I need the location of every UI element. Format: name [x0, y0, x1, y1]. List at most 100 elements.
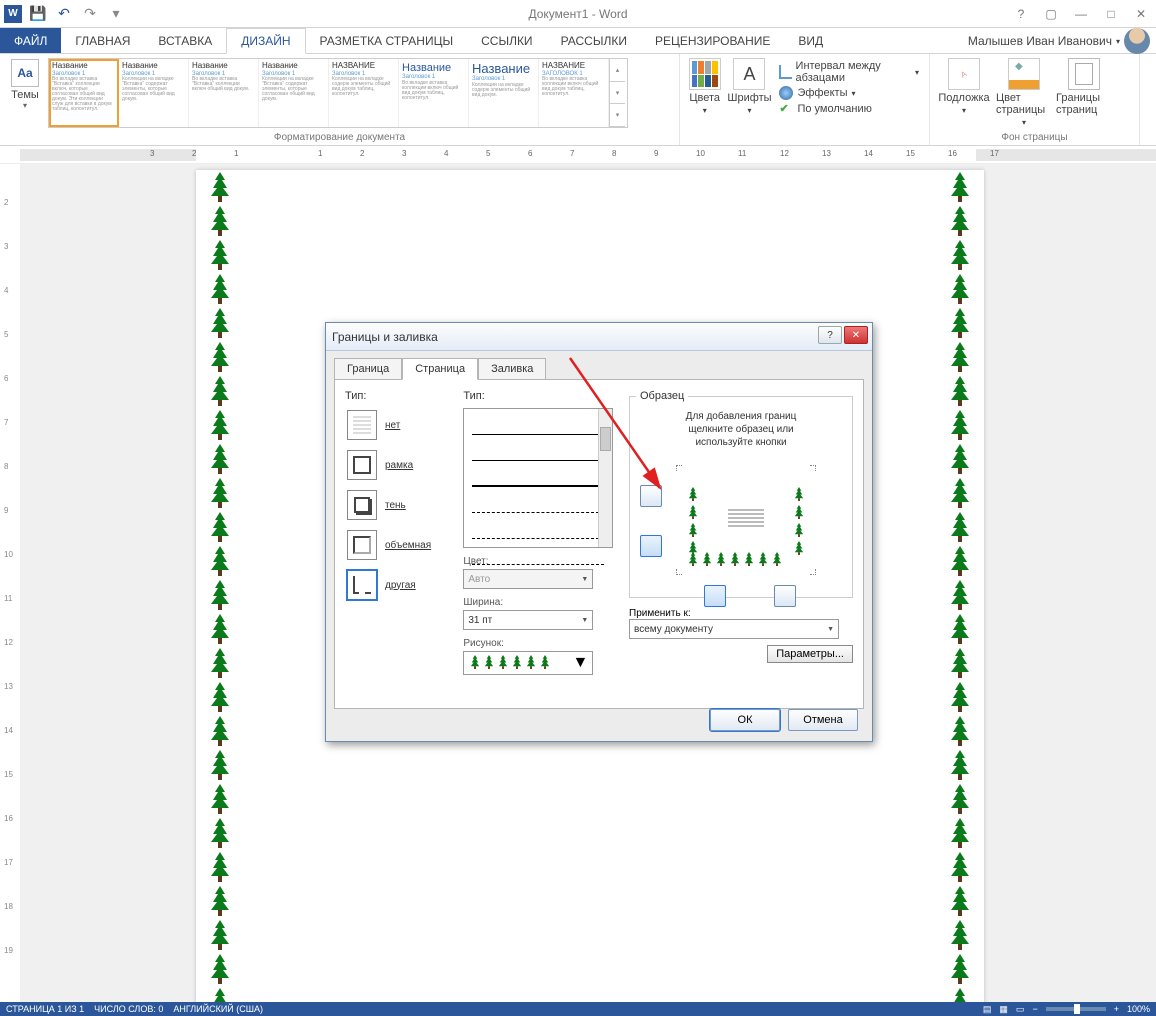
- gallery-item[interactable]: НазваниеЗаголовок 1Коллекции на вкладке …: [259, 59, 329, 127]
- dialog-help-icon[interactable]: ?: [818, 326, 842, 344]
- quick-access-toolbar: W 💾 ↶ ↷ ▾: [0, 4, 126, 24]
- gallery-item[interactable]: НАЗВАНИЕЗаголовок 1Коллекции на вкладке …: [329, 59, 399, 127]
- close-window-icon[interactable]: ✕: [1130, 7, 1152, 21]
- line-style-list[interactable]: [463, 408, 613, 548]
- type-none-icon: [347, 410, 377, 440]
- colors-button[interactable]: Цвета▾: [686, 58, 723, 115]
- tab-layout[interactable]: РАЗМЕТКА СТРАНИЦЫ: [306, 28, 468, 53]
- border-top-toggle[interactable]: [640, 485, 662, 507]
- fonts-button[interactable]: A Шрифты▾: [727, 58, 771, 115]
- type-none[interactable]: нет: [345, 408, 455, 442]
- tab-design[interactable]: ДИЗАЙН: [226, 28, 305, 54]
- page-color-button[interactable]: ◆ Цвет страницы▾: [996, 58, 1052, 127]
- qat-more-icon[interactable]: ▾: [106, 4, 126, 24]
- preview-canvas[interactable]: [676, 465, 816, 575]
- tab-home[interactable]: ГЛАВНАЯ: [61, 28, 144, 53]
- check-icon: ✔: [779, 102, 793, 116]
- redo-icon[interactable]: ↷: [80, 4, 100, 24]
- vertical-ruler[interactable]: 2345678910111213141516171819: [0, 164, 20, 1002]
- fonts-icon: A: [733, 58, 765, 90]
- art-combo[interactable]: ▼: [463, 651, 593, 675]
- borders-dialog: Границы и заливка ? ✕ Граница Страница З…: [325, 322, 873, 742]
- dialog-close-icon[interactable]: ✕: [844, 326, 868, 344]
- art-label: Рисунок:: [463, 638, 621, 649]
- themes-icon: Aa: [11, 59, 39, 87]
- width-combo[interactable]: 31 пт▼: [463, 610, 593, 630]
- type-custom[interactable]: другая: [345, 568, 455, 602]
- window-title: Документ1 - Word: [528, 7, 627, 21]
- tab-page-border[interactable]: Страница: [402, 358, 478, 380]
- view-print-icon[interactable]: ▦: [999, 1004, 1008, 1015]
- gallery-item[interactable]: НазваниеЗаголовок 1Во вкладке вставка "В…: [189, 59, 259, 127]
- user-account[interactable]: Малышев Иван Иванович▾: [968, 28, 1150, 54]
- group-pagebg-label: Фон страницы: [936, 132, 1133, 143]
- minimize-icon[interactable]: —: [1070, 7, 1092, 21]
- cancel-button[interactable]: Отмена: [788, 709, 858, 731]
- status-page[interactable]: СТРАНИЦА 1 ИЗ 1: [6, 1004, 84, 1014]
- effects-button[interactable]: Эффекты ▾: [779, 86, 919, 100]
- type-shadow-icon: [347, 490, 377, 520]
- zoom-out-icon[interactable]: −: [1032, 1004, 1037, 1014]
- type-3d[interactable]: объемная: [345, 528, 455, 562]
- ribbon-tabs: ФАЙЛ ГЛАВНАЯ ВСТАВКА ДИЗАЙН РАЗМЕТКА СТР…: [0, 28, 1156, 54]
- paragraph-spacing-button[interactable]: Интервал между абзацами ▾: [779, 60, 919, 84]
- tab-view[interactable]: ВИД: [784, 28, 837, 53]
- avatar: [1124, 28, 1150, 54]
- gallery-item[interactable]: НазваниеЗаголовок 1Во вкладке вставка ко…: [399, 59, 469, 127]
- zoom-level[interactable]: 100%: [1127, 1004, 1150, 1014]
- colors-icon: [689, 58, 721, 90]
- style-scrollbar[interactable]: [598, 409, 612, 547]
- dialog-tabs: Граница Страница Заливка: [326, 351, 872, 379]
- tab-shading[interactable]: Заливка: [478, 358, 546, 380]
- spacing-icon: [779, 65, 791, 79]
- ok-button[interactable]: ОК: [710, 709, 780, 731]
- color-combo[interactable]: Авто▼: [463, 569, 593, 589]
- gallery-item[interactable]: НазваниеЗаголовок 1Коллекции на вкладке …: [469, 59, 539, 127]
- status-words[interactable]: ЧИСЛО СЛОВ: 0: [94, 1004, 163, 1014]
- gallery-item[interactable]: НазваниеЗаголовок 1Во вкладке вставка "В…: [49, 59, 119, 127]
- dialog-titlebar[interactable]: Границы и заливка ? ✕: [326, 323, 872, 351]
- status-bar: СТРАНИЦА 1 ИЗ 1 ЧИСЛО СЛОВ: 0 АНГЛИЙСКИЙ…: [0, 1002, 1156, 1016]
- border-right-toggle[interactable]: [774, 585, 796, 607]
- page-borders-button[interactable]: Границы страниц: [1056, 58, 1112, 116]
- set-default-button[interactable]: ✔По умолчанию: [779, 102, 919, 116]
- ribbon-options-icon[interactable]: ▢: [1040, 7, 1062, 21]
- style-gallery[interactable]: НазваниеЗаголовок 1Во вкладке вставка "В…: [48, 58, 628, 128]
- tab-border[interactable]: Граница: [334, 358, 402, 380]
- dialog-body: Тип: нет рамка тень объемная другая Тип:…: [334, 379, 864, 709]
- options-button[interactable]: Параметры...: [767, 645, 853, 663]
- maximize-icon[interactable]: □: [1100, 7, 1122, 21]
- type-shadow[interactable]: тень: [345, 488, 455, 522]
- tab-review[interactable]: РЕЦЕНЗИРОВАНИЕ: [641, 28, 784, 53]
- gallery-item[interactable]: НазваниеЗаголовок 1Коллекции на вкладке …: [119, 59, 189, 127]
- apply-to-combo[interactable]: всему документу▼: [629, 619, 839, 639]
- type-box-icon: [347, 450, 377, 480]
- horizontal-ruler[interactable]: 3211234567891011121314151617: [0, 146, 1156, 164]
- save-icon[interactable]: 💾: [28, 4, 48, 24]
- themes-label: Темы: [11, 89, 39, 101]
- preview-label: Образец: [636, 390, 688, 402]
- zoom-in-icon[interactable]: +: [1114, 1004, 1119, 1014]
- gallery-item[interactable]: НАЗВАНИЕЗАГОЛОВОК 1Во вкладке вставка ко…: [539, 59, 609, 127]
- effects-icon: [779, 86, 793, 100]
- themes-button[interactable]: Aa Темы ▾: [6, 58, 44, 128]
- preview-box: [636, 455, 846, 605]
- type-box[interactable]: рамка: [345, 448, 455, 482]
- tab-mailings[interactable]: РАССЫЛКИ: [547, 28, 641, 53]
- help-icon[interactable]: ?: [1010, 7, 1032, 21]
- group-formatting-label: Форматирование документа: [6, 132, 673, 143]
- border-bottom-toggle[interactable]: [640, 535, 662, 557]
- page-color-icon: ◆: [1008, 58, 1040, 90]
- gallery-scroll[interactable]: ▴▾▾: [609, 59, 625, 127]
- status-language[interactable]: АНГЛИЙСКИЙ (США): [173, 1004, 263, 1014]
- tab-file[interactable]: ФАЙЛ: [0, 28, 61, 53]
- watermark-button[interactable]: A Подложка▾: [936, 58, 992, 115]
- tab-references[interactable]: ССЫЛКИ: [467, 28, 546, 53]
- border-left-toggle[interactable]: [704, 585, 726, 607]
- title-bar: W 💾 ↶ ↷ ▾ Документ1 - Word ? ▢ — □ ✕: [0, 0, 1156, 28]
- undo-icon[interactable]: ↶: [54, 4, 74, 24]
- tab-insert[interactable]: ВСТАВКА: [144, 28, 226, 53]
- view-web-icon[interactable]: ▭: [1016, 1004, 1025, 1015]
- preview-fieldset: Образец Для добавления границ щелкните о…: [629, 390, 853, 598]
- view-read-icon[interactable]: ▤: [983, 1004, 992, 1015]
